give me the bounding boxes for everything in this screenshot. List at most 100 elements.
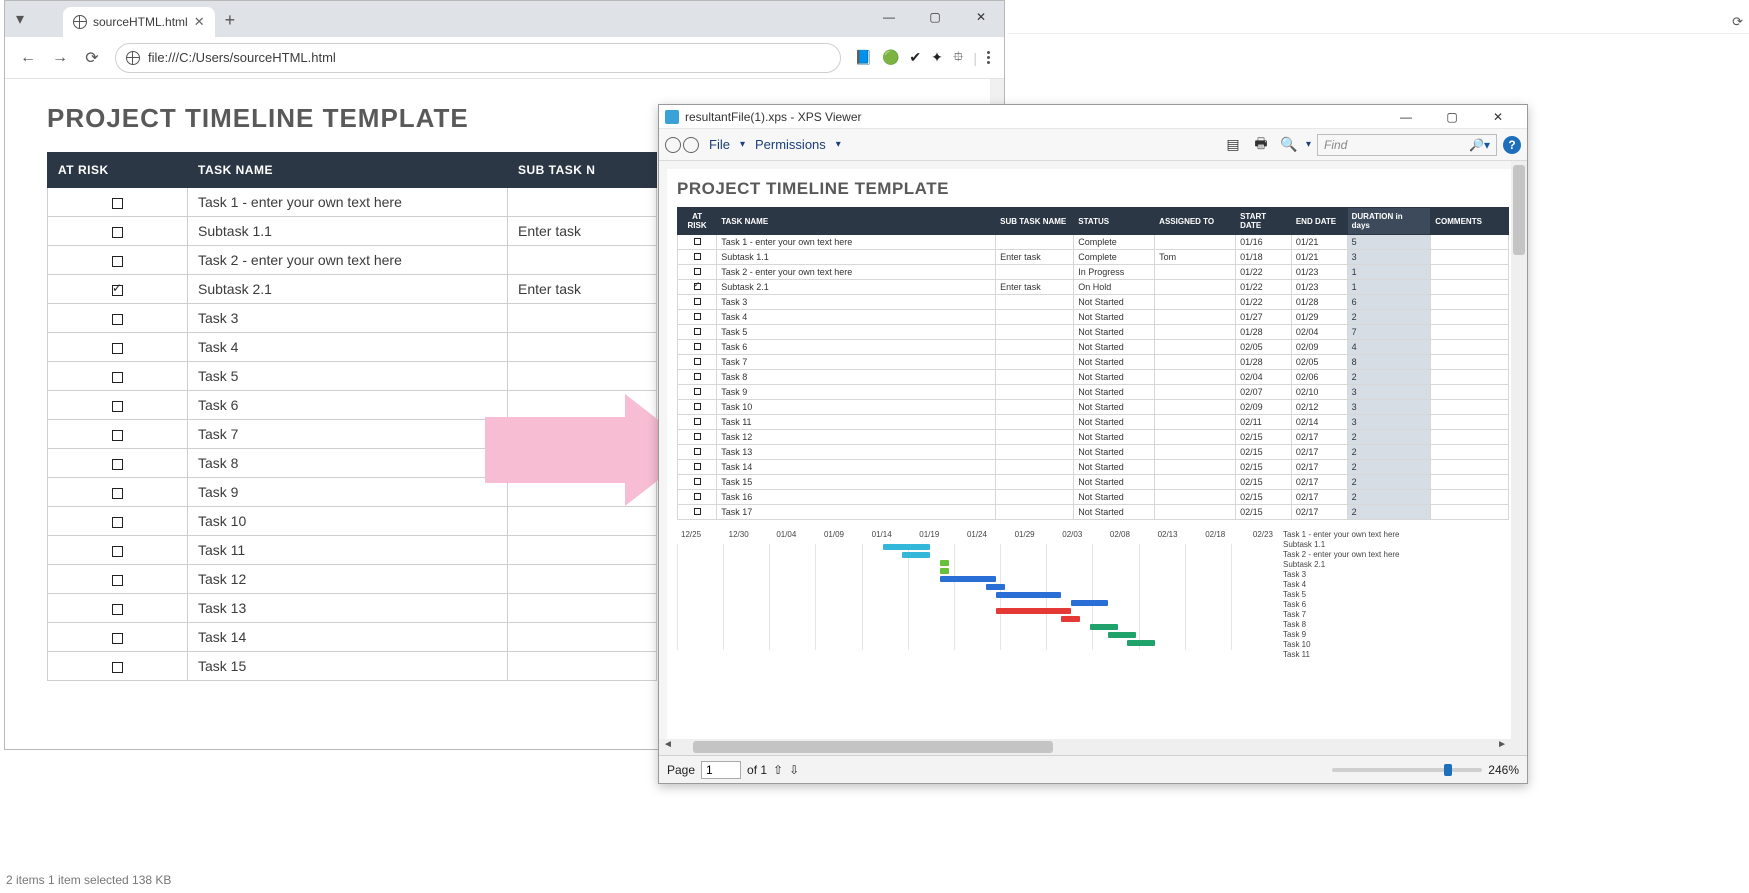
new-tab-button[interactable]: + <box>225 10 236 31</box>
help-icon[interactable]: ? <box>1503 136 1521 154</box>
end-cell: 02/17 <box>1291 475 1347 490</box>
assigned-cell <box>1155 460 1236 475</box>
gantt-bar <box>940 568 949 574</box>
address-bar[interactable]: file:///C:/Users/sourceHTML.html <box>115 43 841 73</box>
checkbox-icon[interactable] <box>112 198 123 209</box>
page-input[interactable] <box>701 761 741 779</box>
horizontal-scrollbar[interactable]: ◄ ► <box>659 739 1511 755</box>
zoom-slider[interactable] <box>1332 768 1482 772</box>
page-down-icon[interactable]: ⇩ <box>789 763 799 777</box>
checkbox-icon[interactable] <box>112 575 123 586</box>
sub-task-cell <box>996 265 1074 280</box>
file-menu[interactable]: File <box>705 135 734 154</box>
checkbox-icon[interactable] <box>112 633 123 644</box>
checkbox-icon[interactable] <box>112 285 123 296</box>
status-cell: Not Started <box>1074 370 1155 385</box>
ext-icon[interactable]: 🟢 <box>882 49 899 66</box>
print-icon[interactable]: 🖶 <box>1250 134 1272 156</box>
caret-down-icon[interactable]: ▾ <box>836 139 841 150</box>
reload-button[interactable]: ⟳ <box>83 48 101 68</box>
checkbox-icon[interactable] <box>112 662 123 673</box>
caret-down-icon[interactable]: ▾ <box>740 139 745 150</box>
table-row: Task 11 <box>48 536 657 565</box>
scroll-left-icon[interactable]: ◄ <box>663 739 673 750</box>
checkbox-icon[interactable] <box>112 459 123 470</box>
minimize-button[interactable]: — <box>1383 101 1429 133</box>
kebab-menu-icon[interactable] <box>987 51 990 64</box>
tab-dropdown-icon[interactable]: ▾ <box>11 9 29 29</box>
xps-viewer-window: resultantFile(1).xps - XPS Viewer — ▢ ✕ … <box>658 104 1528 784</box>
back-button[interactable]: ← <box>19 49 37 67</box>
start-cell: 01/18 <box>1236 250 1292 265</box>
legend-item: Task 5 <box>1283 590 1477 600</box>
status-cell: Not Started <box>1074 400 1155 415</box>
close-window-button[interactable]: ✕ <box>1475 101 1521 133</box>
checkbox-icon[interactable] <box>112 430 123 441</box>
view-single-icon[interactable]: ▤ <box>1222 134 1244 156</box>
caret-down-icon[interactable]: ▾ <box>1306 139 1311 150</box>
checkbox-icon[interactable] <box>112 488 123 499</box>
maximize-button[interactable]: ▢ <box>1429 101 1475 133</box>
explorer-footer: 2 items 1 item selected 138 KB <box>6 873 171 887</box>
gantt-bar <box>1090 624 1118 630</box>
refresh-icon[interactable]: ⟳ <box>1732 14 1743 30</box>
browser-toolbar: ← → ⟳ file:///C:/Users/sourceHTML.html 📘… <box>5 37 1004 79</box>
end-cell: 01/23 <box>1291 280 1347 295</box>
task-cell: Task 6 <box>717 340 996 355</box>
close-window-button[interactable]: ✕ <box>958 1 1004 33</box>
table-row: Task 7Not Started01/2802/058 <box>678 355 1509 370</box>
zoom-icon[interactable]: 🔍 <box>1278 134 1300 156</box>
close-tab-icon[interactable]: ✕ <box>194 14 205 30</box>
sub-task-cell <box>996 415 1074 430</box>
checkbox-icon <box>694 268 701 275</box>
xps-status-bar: Page of 1 ⇧ ⇩ 246% <box>659 755 1527 783</box>
ext-icon[interactable]: ✔ <box>909 49 921 66</box>
duration-cell: 2 <box>1347 445 1431 460</box>
table-row: Task 9Not Started02/0702/103 <box>678 385 1509 400</box>
col-start-date: START DATE <box>1236 208 1292 235</box>
checkbox-icon[interactable] <box>112 227 123 238</box>
comments-cell <box>1431 265 1509 280</box>
ext-icon[interactable]: ⯐ <box>953 46 964 70</box>
find-input[interactable]: Find 🔎▾ <box>1317 134 1497 156</box>
checkbox-icon[interactable] <box>112 372 123 383</box>
table-row: Task 6Not Started02/0502/094 <box>678 340 1509 355</box>
checkbox-icon[interactable] <box>112 343 123 354</box>
start-cell: 01/22 <box>1236 280 1292 295</box>
checkbox-icon <box>694 343 701 350</box>
assigned-cell: Tom <box>1155 250 1236 265</box>
ext-icon[interactable]: 📘 <box>855 49 872 66</box>
checkbox-icon[interactable] <box>112 604 123 615</box>
forward-button[interactable]: → <box>51 49 69 67</box>
checkbox-icon[interactable] <box>112 517 123 528</box>
task-cell: Task 12 <box>717 430 996 445</box>
search-go-icon[interactable]: 🔎▾ <box>1469 138 1490 152</box>
vertical-scrollbar[interactable] <box>1511 161 1527 755</box>
start-cell: 02/04 <box>1236 370 1292 385</box>
end-cell: 02/17 <box>1291 460 1347 475</box>
col-duration: DURATION in days <box>1347 208 1431 235</box>
table-row: Task 16Not Started02/1502/172 <box>678 490 1509 505</box>
checkbox-icon[interactable] <box>112 256 123 267</box>
permissions-menu[interactable]: Permissions <box>751 135 830 154</box>
legend-item: Task 2 - enter your own text here <box>1283 550 1477 560</box>
status-cell: Not Started <box>1074 310 1155 325</box>
minimize-button[interactable]: — <box>866 1 912 33</box>
checkbox-icon[interactable] <box>112 314 123 325</box>
ext-icon[interactable]: ✦ <box>931 49 943 66</box>
checkbox-icon <box>694 388 701 395</box>
page-up-icon[interactable]: ⇧ <box>773 763 783 777</box>
comments-cell <box>1431 370 1509 385</box>
checkbox-icon <box>694 448 701 455</box>
checkbox-icon[interactable] <box>112 401 123 412</box>
comments-cell <box>1431 475 1509 490</box>
browser-tab[interactable]: sourceHTML.html ✕ <box>63 7 215 37</box>
task-cell: Task 15 <box>717 475 996 490</box>
table-row: Task 1 - enter your own text here <box>48 188 657 217</box>
assigned-cell <box>1155 310 1236 325</box>
scroll-right-icon[interactable]: ► <box>1497 739 1507 750</box>
binoculars-icon[interactable] <box>665 137 699 153</box>
duration-cell: 7 <box>1347 325 1431 340</box>
checkbox-icon[interactable] <box>112 546 123 557</box>
maximize-button[interactable]: ▢ <box>912 1 958 33</box>
